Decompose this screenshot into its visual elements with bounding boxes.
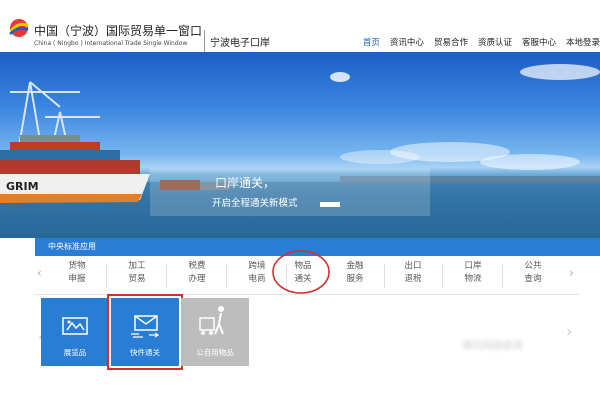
- top-nav: 首页 资讯中心 贸易合作 资质认证 客服中心 本地登录: [353, 36, 600, 50]
- category-export-rebate[interactable]: 出口 退税: [383, 260, 443, 288]
- category-label: 退税: [404, 274, 422, 284]
- category-label: 口岸: [464, 261, 482, 271]
- tile-label: 快件通关: [130, 348, 160, 357]
- exhibit-icon: [62, 317, 88, 335]
- watermark-text: 腾讯网易新闻: [463, 341, 523, 352]
- category-goods-declaration[interactable]: 货物 申报: [47, 260, 107, 288]
- category-label: 查询: [524, 274, 542, 284]
- tile-personal-items[interactable]: 公自用物品: [181, 298, 249, 366]
- category-public-query[interactable]: 公共 查询: [503, 260, 563, 286]
- category-label: 办理: [188, 274, 206, 284]
- mail-icon: [131, 315, 160, 338]
- nav-cert[interactable]: 资质认证: [478, 36, 512, 50]
- logo-subtitle-en: China ( Ningbo ) International Trade Sin…: [34, 40, 188, 47]
- tile-exhibit[interactable]: 展览品: [41, 298, 109, 366]
- person-cart-icon: [199, 306, 224, 335]
- nav-home[interactable]: 首页: [363, 36, 380, 50]
- category-label: 贸易: [128, 274, 146, 284]
- logo-subtitle: 宁波电子口岸: [210, 38, 270, 49]
- nav-trade[interactable]: 贸易合作: [434, 36, 468, 50]
- logo[interactable]: 中国（宁波）国际贸易单一窗口 China ( Ningbo ) Internat…: [4, 10, 270, 52]
- tiles-next-icon[interactable]: ›: [566, 322, 572, 341]
- tab-standard-apps[interactable]: 中央标准应用: [35, 238, 109, 256]
- category-label: 申报: [68, 274, 86, 284]
- category-label: 出口: [404, 261, 422, 271]
- category-port-logistics[interactable]: 口岸 物流: [443, 260, 503, 288]
- category-label: 货物: [68, 261, 86, 271]
- category-finance-service[interactable]: 金融 服务: [325, 260, 385, 288]
- nav-service[interactable]: 客服中心: [522, 36, 556, 50]
- category-label: 加工: [128, 261, 146, 271]
- tile-label: 展览品: [63, 348, 87, 357]
- category-label: 物流: [464, 274, 482, 284]
- hero-banner: GRIM 口岸通关， 开启全程通关新模式: [0, 52, 600, 238]
- category-label: 公共: [524, 261, 542, 271]
- highlight-circle: [272, 250, 330, 294]
- category-row: ‹ 货物 申报 加工 贸易 税费 办理 跨境 电商 物品 通关 金融 服务 出口…: [35, 250, 580, 295]
- logo-title: 中国（宁波）国际贸易单一窗口: [34, 24, 203, 38]
- category-label: 税费: [188, 261, 206, 271]
- tile-label: 公自用物品: [196, 348, 234, 357]
- header: 中国（宁波）国际贸易单一窗口 China ( Ningbo ) Internat…: [0, 0, 600, 52]
- banner-slogan: 口岸通关，: [215, 176, 276, 190]
- nav-login[interactable]: 本地登录: [566, 36, 600, 50]
- category-label: 金融: [346, 261, 364, 271]
- banner-slogan-sub: 开启全程通关新模式: [212, 198, 298, 209]
- logo-icon: [9, 19, 29, 37]
- ship-name: GRIM: [6, 180, 39, 193]
- category-label: 服务: [346, 274, 364, 284]
- tile-express-clearance[interactable]: 快件通关: [107, 294, 183, 370]
- category-tax-processing[interactable]: 税费 办理: [167, 260, 227, 288]
- category-prev-icon[interactable]: ‹: [37, 266, 42, 280]
- category-next-icon[interactable]: ›: [569, 266, 574, 280]
- nav-news[interactable]: 资讯中心: [390, 36, 424, 50]
- service-tiles: 展览品 快件通关 公自用物品: [35, 294, 585, 371]
- logo-divider: [204, 30, 205, 52]
- category-processing-trade[interactable]: 加工 贸易: [107, 260, 167, 288]
